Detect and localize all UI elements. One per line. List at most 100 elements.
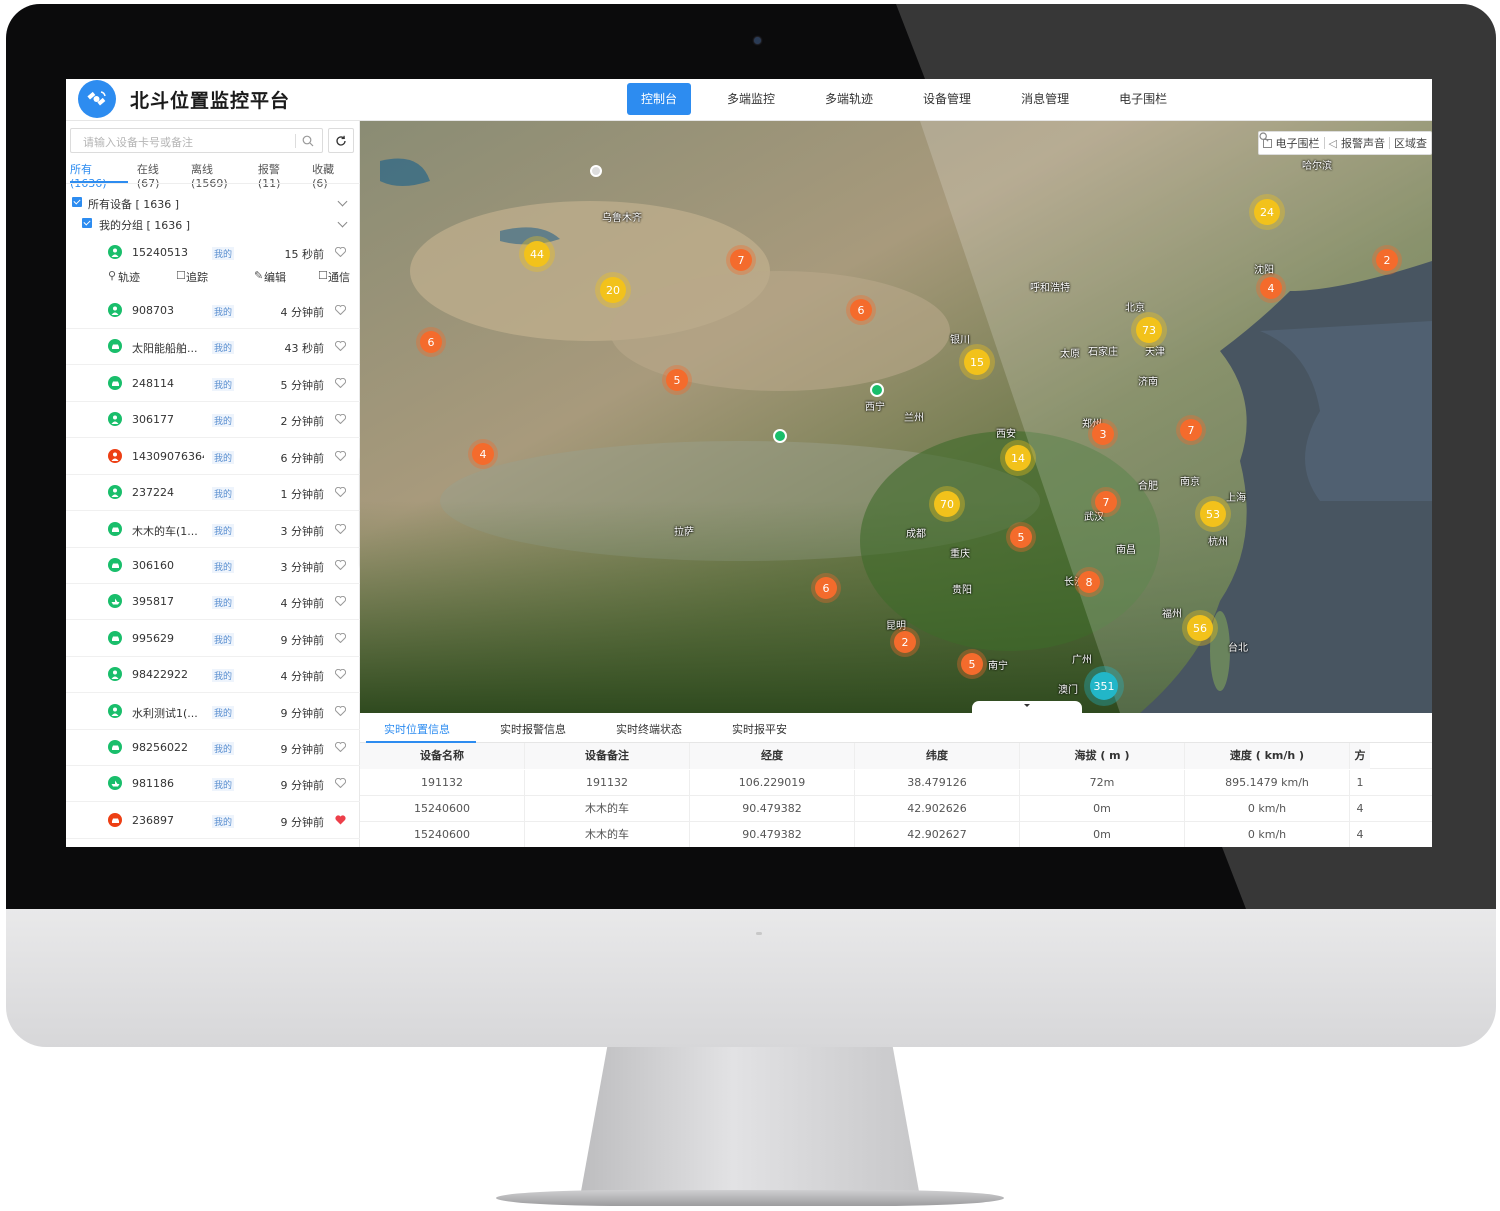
- nav-item-1[interactable]: 多端监控: [713, 83, 789, 115]
- map-tool-alarm-sound[interactable]: 报警声音: [1341, 135, 1385, 151]
- device-last-seen: 9 分钟前: [280, 816, 325, 829]
- device-row[interactable]: 248114 我的 5 分钟前: [66, 366, 360, 402]
- city-label: 沈阳: [1254, 265, 1274, 276]
- chevron-down-icon[interactable]: [337, 196, 348, 207]
- device-row[interactable]: 太阳能船舶... 我的 43 秒前: [66, 329, 360, 365]
- my-group-checkbox[interactable]: [82, 218, 92, 228]
- marker-cluster[interactable]: 6: [815, 577, 837, 599]
- marker-cluster[interactable]: 2: [1376, 249, 1398, 271]
- marker-cluster[interactable]: 7: [730, 249, 752, 271]
- filter-tab-2[interactable]: 离线(1569): [191, 161, 244, 190]
- heart-icon[interactable]: [334, 246, 347, 258]
- marker-cluster[interactable]: 8: [1078, 571, 1100, 593]
- person-marker-icon[interactable]: [870, 383, 884, 397]
- marker-cluster[interactable]: 15: [964, 349, 990, 375]
- filter-tab-4[interactable]: 收藏(6): [312, 161, 346, 190]
- marker-cluster[interactable]: 53: [1200, 501, 1226, 527]
- marker-cluster[interactable]: 3: [1092, 423, 1114, 445]
- chevron-down-icon[interactable]: [337, 217, 348, 228]
- heart-icon[interactable]: [334, 595, 347, 607]
- nav-item-3[interactable]: 设备管理: [909, 83, 985, 115]
- device-row[interactable]: 306160 我的 3 分钟前: [66, 548, 360, 584]
- heart-icon[interactable]: [334, 668, 347, 680]
- map-tool-fence[interactable]: 电子围栏: [1276, 135, 1320, 151]
- marker-cluster[interactable]: 14: [1005, 445, 1031, 471]
- filter-tab-1[interactable]: 在线(67): [137, 161, 177, 190]
- device-row[interactable]: 395817 我的 4 分钟前: [66, 584, 360, 620]
- heart-icon[interactable]: [334, 304, 347, 316]
- heart-icon[interactable]: [334, 450, 347, 462]
- heart-icon[interactable]: [334, 777, 347, 789]
- heart-icon[interactable]: [334, 340, 347, 352]
- panel-toggle-handle[interactable]: [972, 701, 1082, 713]
- marker-cluster[interactable]: 70: [934, 491, 960, 517]
- device-tag: 我的: [212, 596, 235, 609]
- marker-cluster[interactable]: 6: [850, 299, 872, 321]
- device-row[interactable]: 236897 我的 9 分钟前: [66, 803, 360, 839]
- device-action-3[interactable]: 通信: [328, 269, 350, 285]
- device-row[interactable]: 14309076364 我的 6 分钟前: [66, 439, 360, 475]
- marker-cluster[interactable]: 73: [1136, 317, 1162, 343]
- marker-cluster[interactable]: 5: [1010, 526, 1032, 548]
- device-row[interactable]: 908703 我的 4 分钟前: [66, 293, 360, 329]
- marker-cluster[interactable]: 7: [1095, 491, 1117, 513]
- device-row[interactable]: 98256022 我的 9 分钟前: [66, 730, 360, 766]
- device-row[interactable]: 水利测试1(... 我的 9 分钟前: [66, 694, 360, 730]
- all-devices-checkbox[interactable]: [72, 197, 82, 207]
- device-row[interactable]: 木木的车(1... 我的 3 分钟前: [66, 512, 360, 548]
- city-label: 杭州: [1208, 537, 1228, 548]
- heart-icon[interactable]: [334, 486, 347, 498]
- table-row[interactable]: 191132 191132 106.229019 38.479126 72m 895.14…: [360, 770, 1432, 796]
- car-marker-icon[interactable]: [773, 429, 787, 443]
- heart-icon[interactable]: [334, 413, 347, 425]
- marker-cluster[interactable]: 6: [420, 331, 442, 353]
- person-marker-icon[interactable]: [590, 165, 602, 177]
- satellite-map[interactable]: 电子围栏 ◁ 报警声音 区域查 哈尔滨长春沈阳乌鲁木齐呼和浩特北京天津石家庄太原…: [360, 121, 1432, 713]
- search-icon[interactable]: [302, 135, 314, 147]
- heart-icon[interactable]: [334, 559, 347, 571]
- marker-cluster[interactable]: 5: [961, 653, 983, 675]
- nav-item-5[interactable]: 电子围栏: [1105, 83, 1181, 115]
- nav-item-2[interactable]: 多端轨迹: [811, 83, 887, 115]
- device-row[interactable]: 98422922 我的 4 分钟前: [66, 657, 360, 693]
- realtime-tab-0[interactable]: 实时位置信息: [384, 721, 450, 737]
- marker-cluster[interactable]: 5: [666, 369, 688, 391]
- device-row[interactable]: 981186 我的 9 分钟前: [66, 766, 360, 802]
- marker-cluster[interactable]: 7: [1180, 419, 1202, 441]
- marker-cluster[interactable]: 4: [1260, 277, 1282, 299]
- filter-tab-0[interactable]: 所有(1636): [70, 161, 123, 190]
- map-tool-area-search[interactable]: 区域查: [1394, 135, 1427, 151]
- device-action-1[interactable]: 追踪: [186, 269, 208, 285]
- marker-cluster[interactable]: 44: [524, 241, 550, 267]
- refresh-button[interactable]: [328, 128, 354, 153]
- device-row[interactable]: 306177 我的 2 分钟前: [66, 402, 360, 438]
- marker-cluster[interactable]: 4: [472, 443, 494, 465]
- table-row[interactable]: 15240600 木木的车 90.479382 42.902627 0m 0 km/h 4: [360, 822, 1432, 847]
- heart-icon[interactable]: [335, 815, 346, 825]
- device-action-0[interactable]: 轨迹: [118, 269, 140, 285]
- marker-cluster[interactable]: 351: [1090, 672, 1118, 700]
- filter-tab-3[interactable]: 报警(11): [258, 161, 298, 190]
- realtime-tab-1[interactable]: 实时报警信息: [500, 721, 566, 737]
- device-search-input[interactable]: 请输入设备卡号或备注: [70, 128, 323, 153]
- nav-item-4[interactable]: 消息管理: [1007, 83, 1083, 115]
- marker-cluster[interactable]: 56: [1187, 615, 1213, 641]
- device-action-2[interactable]: 编辑: [264, 269, 286, 285]
- heart-icon[interactable]: [334, 632, 347, 644]
- device-row[interactable]: 995629 我的 9 分钟前: [66, 621, 360, 657]
- realtime-tab-3[interactable]: 实时报平安: [732, 721, 787, 737]
- realtime-tab-2[interactable]: 实时终端状态: [616, 721, 682, 737]
- tree-all-devices[interactable]: 所有设备 [ 1636 ]: [66, 193, 360, 213]
- marker-cluster[interactable]: 20: [600, 277, 626, 303]
- device-row[interactable]: 237224 我的 1 分钟前: [66, 475, 360, 511]
- column-header: 经度: [690, 743, 855, 769]
- marker-cluster[interactable]: 2: [894, 631, 916, 653]
- heart-icon[interactable]: [334, 377, 347, 389]
- tree-my-group[interactable]: 我的分组 [ 1636 ]: [66, 214, 360, 234]
- marker-cluster[interactable]: 24: [1254, 199, 1280, 225]
- heart-icon[interactable]: [334, 523, 347, 535]
- heart-icon[interactable]: [334, 741, 347, 753]
- heart-icon[interactable]: [334, 705, 347, 717]
- nav-item-0[interactable]: 控制台: [627, 83, 692, 115]
- table-row[interactable]: 15240600 木木的车 90.479382 42.902626 0m 0 km/h 4: [360, 796, 1432, 822]
